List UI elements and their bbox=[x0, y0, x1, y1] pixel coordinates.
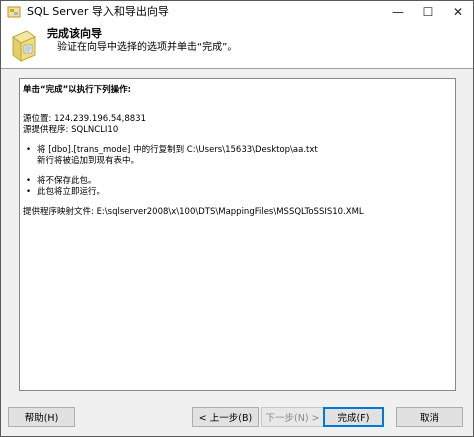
wizard-window: SQL Server 导入和导出向导 — ☐ ✕ 完成该向导 验证在向导中选择的… bbox=[0, 0, 474, 437]
wizard-icon bbox=[12, 30, 36, 62]
window-title: SQL Server 导入和导出向导 bbox=[27, 5, 169, 18]
bullet-icon: • bbox=[26, 176, 32, 186]
wizard-header: 完成该向导 验证在向导中选择的选项并单击“完成”。 bbox=[1, 23, 473, 69]
close-button[interactable]: ✕ bbox=[443, 1, 473, 23]
list-item: • 将不保存此包。 bbox=[23, 176, 453, 187]
maximize-button[interactable]: ☐ bbox=[413, 1, 443, 23]
run-immediately-text: 此包将立即运行。 bbox=[37, 187, 106, 197]
title-bar[interactable]: SQL Server 导入和导出向导 — ☐ ✕ bbox=[1, 1, 473, 23]
help-button[interactable]: 帮助(H) bbox=[8, 407, 75, 427]
page-subtitle: 验证在向导中选择的选项并单击“完成”。 bbox=[57, 42, 238, 53]
append-rows-text: 新行将被追加到现有表中。 bbox=[37, 156, 140, 166]
cancel-button[interactable]: 取消 bbox=[396, 407, 463, 427]
list-item: • 此包将立即运行。 bbox=[23, 187, 453, 198]
summary-heading: 单击“完成”以执行下列操作: bbox=[23, 85, 132, 95]
minimize-button[interactable]: — bbox=[383, 1, 413, 23]
minimize-icon: — bbox=[392, 5, 404, 19]
mapping-file: 提供程序映射文件: E:\sqlserver2008\x\100\DTS\Map… bbox=[23, 207, 364, 217]
finish-button[interactable]: 完成(F) bbox=[323, 407, 384, 427]
back-button[interactable]: < 上一步(B) bbox=[192, 407, 259, 427]
bullet-icon: • bbox=[26, 187, 32, 197]
list-item: • 将 [dbo].[trans_mode] 中的行复制到 C:\Users\1… bbox=[23, 145, 453, 156]
not-save-package-text: 将不保存此包。 bbox=[37, 176, 97, 186]
source-location: 源位置: 124.239.196.54,8831 bbox=[23, 114, 146, 124]
summary-box[interactable]: 单击“完成”以执行下列操作: 源位置: 124.239.196.54,8831 … bbox=[19, 78, 456, 391]
close-icon: ✕ bbox=[452, 5, 464, 19]
page-title: 完成该向导 bbox=[47, 27, 102, 40]
app-icon bbox=[7, 6, 21, 18]
copy-rows-text: 将 [dbo].[trans_mode] 中的行复制到 C:\Users\156… bbox=[37, 145, 318, 155]
next-button[interactable]: 下一步(N) > bbox=[261, 407, 324, 427]
source-provider: 源提供程序: SQLNCLI10 bbox=[23, 125, 119, 135]
maximize-icon: ☐ bbox=[422, 5, 434, 19]
bullet-icon: • bbox=[26, 145, 32, 155]
